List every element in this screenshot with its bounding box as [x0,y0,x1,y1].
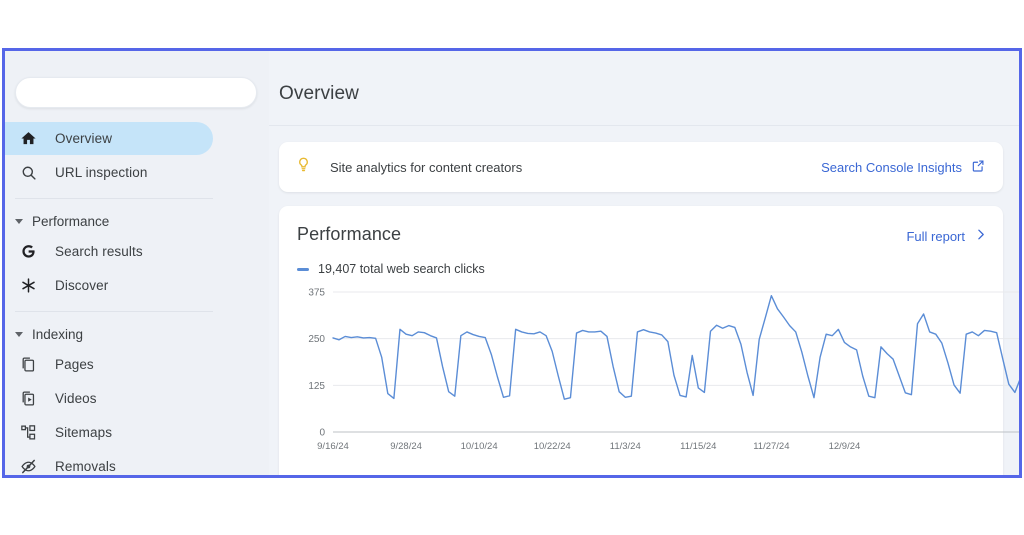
sidebar-item-label: Search results [55,244,143,259]
sidebar: Overview URL inspection Performance Sear… [5,51,269,475]
svg-text:0: 0 [319,428,325,439]
svg-text:11/15/24: 11/15/24 [680,441,716,452]
performance-title: Performance [297,224,402,244]
sidebar-divider [15,311,213,312]
full-report-label: Full report [906,228,965,244]
sidebar-group-label: Indexing [32,326,84,342]
chevron-right-icon [974,228,987,244]
sidebar-item-label: URL inspection [55,165,148,180]
page-title: Overview [279,83,359,104]
pages-icon [19,356,37,374]
search-console-insights-link[interactable]: Search Console Insights [821,159,985,176]
sidebar-item-label: Videos [55,391,97,406]
header-divider [269,125,1019,126]
sidebar-item-url-inspection[interactable]: URL inspection [5,156,213,189]
google-g-icon [19,243,37,261]
svg-text:12/9/24: 12/9/24 [829,441,861,452]
svg-text:11/3/24: 11/3/24 [610,441,641,452]
sidebar-divider [15,198,213,199]
lightbulb-icon [295,156,312,178]
sidebar-item-removals[interactable]: Removals [5,450,213,476]
sidebar-item-label: Overview [55,131,113,146]
app-window: Overview URL inspection Performance Sear… [2,48,1022,478]
external-link-icon [971,159,985,176]
performance-card-header: Performance Full report [297,224,987,245]
sidebar-item-discover[interactable]: Discover [5,269,213,302]
svg-text:125: 125 [308,381,325,392]
performance-chart[interactable]: 375 250 125 0 9/16/24 9/28/24 10/10/24 10/22/24… [297,286,1019,461]
chevron-down-icon [15,331,23,337]
sidebar-item-label: Removals [55,459,116,474]
sidebar-item-pages[interactable]: Pages [5,348,213,381]
svg-text:250: 250 [308,334,325,345]
sidebar-group-label: Performance [32,213,110,229]
search-input[interactable] [15,77,257,108]
home-icon [19,130,37,148]
svg-text:10/10/24: 10/10/24 [461,441,498,452]
legend-label: 19,407 total web search clicks [318,262,485,276]
performance-card: Performance Full report 19,407 total web… [279,206,1019,475]
sidebar-item-label: Pages [55,357,94,372]
sidebar-item-sitemaps[interactable]: Sitemaps [5,416,213,449]
sidebar-group-performance[interactable]: Performance [5,208,269,234]
sidebar-item-label: Sitemaps [55,425,113,440]
svg-text:10/22/24: 10/22/24 [534,441,571,452]
svg-text:9/28/24: 9/28/24 [390,441,422,452]
sidebar-group-indexing[interactable]: Indexing [5,321,269,347]
insights-text: Site analytics for content creators [330,159,523,175]
sidebar-item-label: Discover [55,278,109,293]
chevron-down-icon [15,218,23,224]
svg-text:375: 375 [308,288,325,299]
legend-swatch [297,267,309,271]
insights-card[interactable]: Site analytics for content creators Sear… [279,142,1003,192]
search-icon [19,164,37,182]
sidebar-item-overview[interactable]: Overview [5,122,213,155]
clicks-line-chart: 375 250 125 0 9/16/24 9/28/24 10/10/24 10/22/24… [308,288,1019,452]
eye-off-icon [19,458,37,476]
asterisk-icon [19,277,37,295]
svg-text:9/16/24: 9/16/24 [317,441,349,452]
svg-text:11/27/24: 11/27/24 [753,441,789,452]
sidebar-item-search-results[interactable]: Search results [5,235,213,268]
chart-legend[interactable]: 19,407 total web search clicks [297,262,987,276]
sidebar-item-videos[interactable]: Videos [5,382,213,415]
insights-link-label: Search Console Insights [821,159,962,175]
full-report-link[interactable]: Full report [906,224,987,244]
sitemaps-icon [19,424,37,442]
videos-icon [19,390,37,408]
main-content: Overview Site analytics for content crea… [269,51,1019,475]
